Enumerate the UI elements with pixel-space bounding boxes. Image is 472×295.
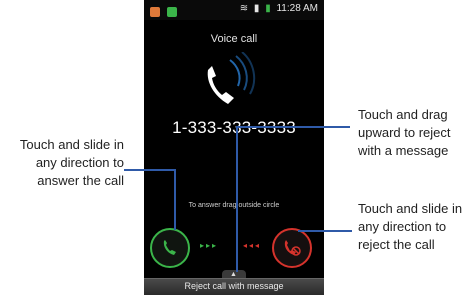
callout-lines xyxy=(124,126,352,272)
